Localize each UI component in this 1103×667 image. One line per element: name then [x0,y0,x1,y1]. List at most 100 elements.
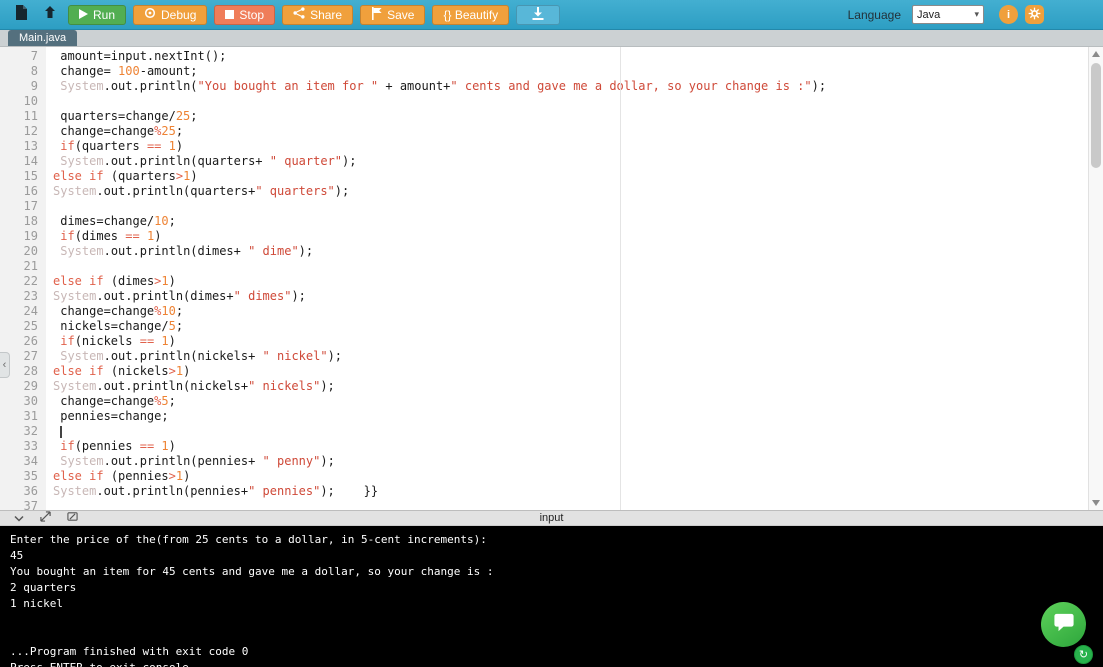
download-icon [531,7,545,23]
code-line[interactable]: amount=input.nextInt(); [53,49,1103,64]
code-line[interactable]: System.out.println(pennies+ " penny"); [53,454,1103,469]
save-button-label: Save [387,8,414,22]
code-line[interactable]: if(nickels == 1) [53,334,1103,349]
code-editor[interactable]: 7891011121314151617181920212223242526272… [0,47,1103,510]
stop-button[interactable]: Stop [214,5,275,25]
gear-icon [1028,7,1041,23]
toolbar: Run Debug Stop Share Save [0,0,1103,30]
code-line[interactable]: System.out.println(quarters+ " quarter")… [53,154,1103,169]
line-number: 34 [0,454,38,469]
code-line[interactable]: else if (nickels>1) [53,364,1103,379]
code-line[interactable]: if(quarters == 1) [53,139,1103,154]
line-number: 24 [0,304,38,319]
console-line: 45 [10,548,1103,564]
stop-icon [225,8,234,22]
line-number: 21 [0,259,38,274]
chat-widget-button[interactable] [1041,602,1086,647]
debug-icon [144,7,156,22]
code-line[interactable] [53,499,1103,510]
code-line[interactable]: if(pennies == 1) [53,439,1103,454]
code-line[interactable] [53,259,1103,274]
console-line [10,612,1103,628]
code-line[interactable]: dimes=change/10; [53,214,1103,229]
code-line[interactable]: else if (pennies>1) [53,469,1103,484]
code-line[interactable]: System.out.println(pennies+" pennies"); … [53,484,1103,499]
code-line[interactable]: System.out.println("You bought an item f… [53,79,1103,94]
code-line[interactable]: change= 100-amount; [53,64,1103,79]
share-button[interactable]: Share [282,5,353,25]
code-line[interactable] [53,94,1103,109]
code-area[interactable]: amount=input.nextInt(); change= 100-amou… [46,47,1103,510]
tab-bar: Main.java [0,30,1103,47]
scroll-down-arrow-icon[interactable] [1092,500,1100,506]
download-button[interactable] [516,5,560,25]
line-number: 14 [0,154,38,169]
editor-scrollbar[interactable] [1088,47,1103,510]
clear-console-button[interactable] [67,509,78,527]
new-file-button[interactable] [10,4,32,26]
code-line[interactable]: System.out.println(dimes+" dimes"); [53,289,1103,304]
line-number: 22 [0,274,38,289]
line-number: 18 [0,214,38,229]
code-line[interactable]: if(dimes == 1) [53,229,1103,244]
play-icon [79,8,88,22]
code-line[interactable]: System.out.println(nickels+" nickels"); [53,379,1103,394]
code-line[interactable]: nickels=change/5; [53,319,1103,334]
panel-collapse-handle[interactable]: ‹ [0,352,10,378]
console-line: You bought an item for 45 cents and gave… [10,564,1103,580]
beautify-button-label: {} Beautify [443,8,498,22]
code-line[interactable]: else if (quarters>1) [53,169,1103,184]
info-icon: i [1007,9,1010,21]
upload-button[interactable] [39,4,61,26]
console-line: ...Program finished with exit code 0 [10,644,1103,660]
onlinegdb-ide: Run Debug Stop Share Save [0,0,1103,667]
debug-button-label: Debug [161,8,196,22]
console-line: 2 quarters [10,580,1103,596]
code-line[interactable] [53,199,1103,214]
info-button[interactable]: i [999,5,1018,24]
file-icon [15,5,28,25]
stop-button-label: Stop [239,8,264,22]
code-line[interactable]: else if (dimes>1) [53,274,1103,289]
line-number: 9 [0,79,38,94]
scrollbar-thumb[interactable] [1091,63,1101,168]
save-button[interactable]: Save [360,5,425,25]
settings-button[interactable] [1025,5,1044,24]
code-line[interactable]: pennies=change; [53,409,1103,424]
chevron-down-icon [14,509,24,527]
line-number: 10 [0,94,38,109]
language-label: Language [848,8,901,22]
code-line[interactable]: System.out.println(quarters+" quarters")… [53,184,1103,199]
code-line[interactable]: System.out.println(dimes+ " dime"); [53,244,1103,259]
scroll-up-arrow-icon[interactable] [1092,51,1100,57]
line-number: 32 [0,424,38,439]
language-select-value: Java [917,9,940,21]
debug-button[interactable]: Debug [133,5,207,25]
expand-console-button[interactable] [40,509,51,527]
code-line[interactable]: System.out.println(nickels+ " nickel"); [53,349,1103,364]
code-line[interactable]: change=change%10; [53,304,1103,319]
code-line[interactable]: change=change%5; [53,394,1103,409]
line-number: 20 [0,244,38,259]
line-number: 29 [0,379,38,394]
line-number: 30 [0,394,38,409]
code-line[interactable]: change=change%25; [53,124,1103,139]
cookie-recycle-button[interactable]: ↻ [1074,645,1093,664]
upload-icon [43,5,57,24]
beautify-button[interactable]: {} Beautify [432,5,509,25]
line-number: 7 [0,49,38,64]
collapse-console-button[interactable] [14,509,24,527]
language-select[interactable]: Java ▾ [912,5,984,24]
line-number: 31 [0,409,38,424]
console-line: Enter the price of the(from 25 cents to … [10,532,1103,548]
code-line[interactable] [53,424,1103,439]
code-line[interactable]: quarters=change/25; [53,109,1103,124]
console-output[interactable]: Enter the price of the(from 25 cents to … [0,526,1103,667]
line-number: 17 [0,199,38,214]
tab-main-java[interactable]: Main.java [8,30,77,46]
tab-label: Main.java [19,32,66,44]
chevron-down-icon: ▾ [974,9,979,20]
line-number: 23 [0,289,38,304]
line-number: 11 [0,109,38,124]
run-button[interactable]: Run [68,5,126,25]
